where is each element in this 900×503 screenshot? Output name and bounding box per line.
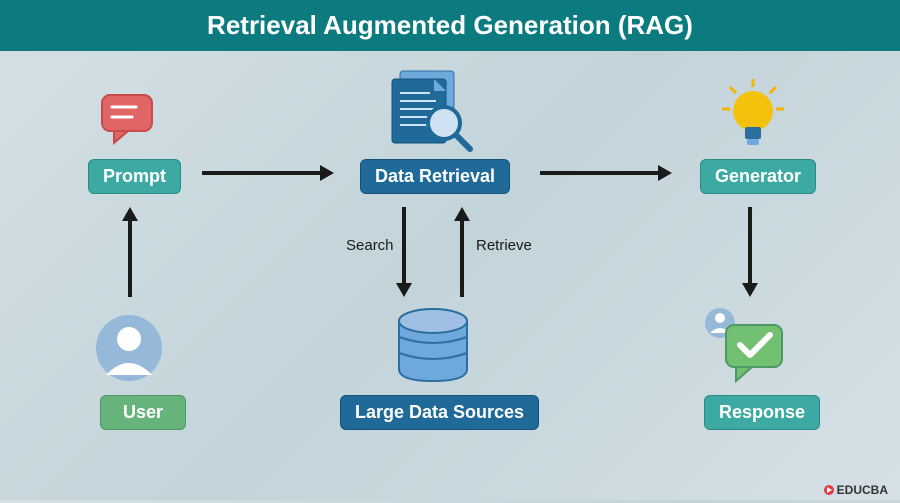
arrow-generator-to-response <box>748 207 752 285</box>
user-node: User <box>100 395 186 430</box>
arrow-prompt-to-retrieval <box>202 171 322 175</box>
diagram-canvas: Prompt Data Retrieval Generato <box>0 51 900 503</box>
document-search-icon <box>380 65 480 160</box>
response-node: Response <box>704 395 820 430</box>
data-retrieval-node: Data Retrieval <box>360 159 510 194</box>
generator-node: Generator <box>700 159 816 194</box>
retrieve-label: Retrieve <box>476 237 532 254</box>
prompt-node: Prompt <box>88 159 181 194</box>
database-icon <box>394 307 472 392</box>
response-icon <box>700 305 792 392</box>
diagram-title: Retrieval Augmented Generation (RAG) <box>0 0 900 51</box>
educba-logo: EDUCBA <box>824 483 888 497</box>
play-icon <box>824 485 834 495</box>
arrow-search-down <box>402 207 406 285</box>
user-avatar-icon <box>94 313 164 388</box>
search-label: Search <box>346 237 394 254</box>
arrow-retrieve-up <box>460 219 464 297</box>
speech-bubble-icon <box>98 91 160 152</box>
arrow-retrieval-to-generator <box>540 171 660 175</box>
lightbulb-icon <box>718 77 788 162</box>
large-data-sources-node: Large Data Sources <box>340 395 539 430</box>
arrow-user-to-prompt <box>128 219 132 297</box>
logo-text: EDUCBA <box>837 483 888 497</box>
